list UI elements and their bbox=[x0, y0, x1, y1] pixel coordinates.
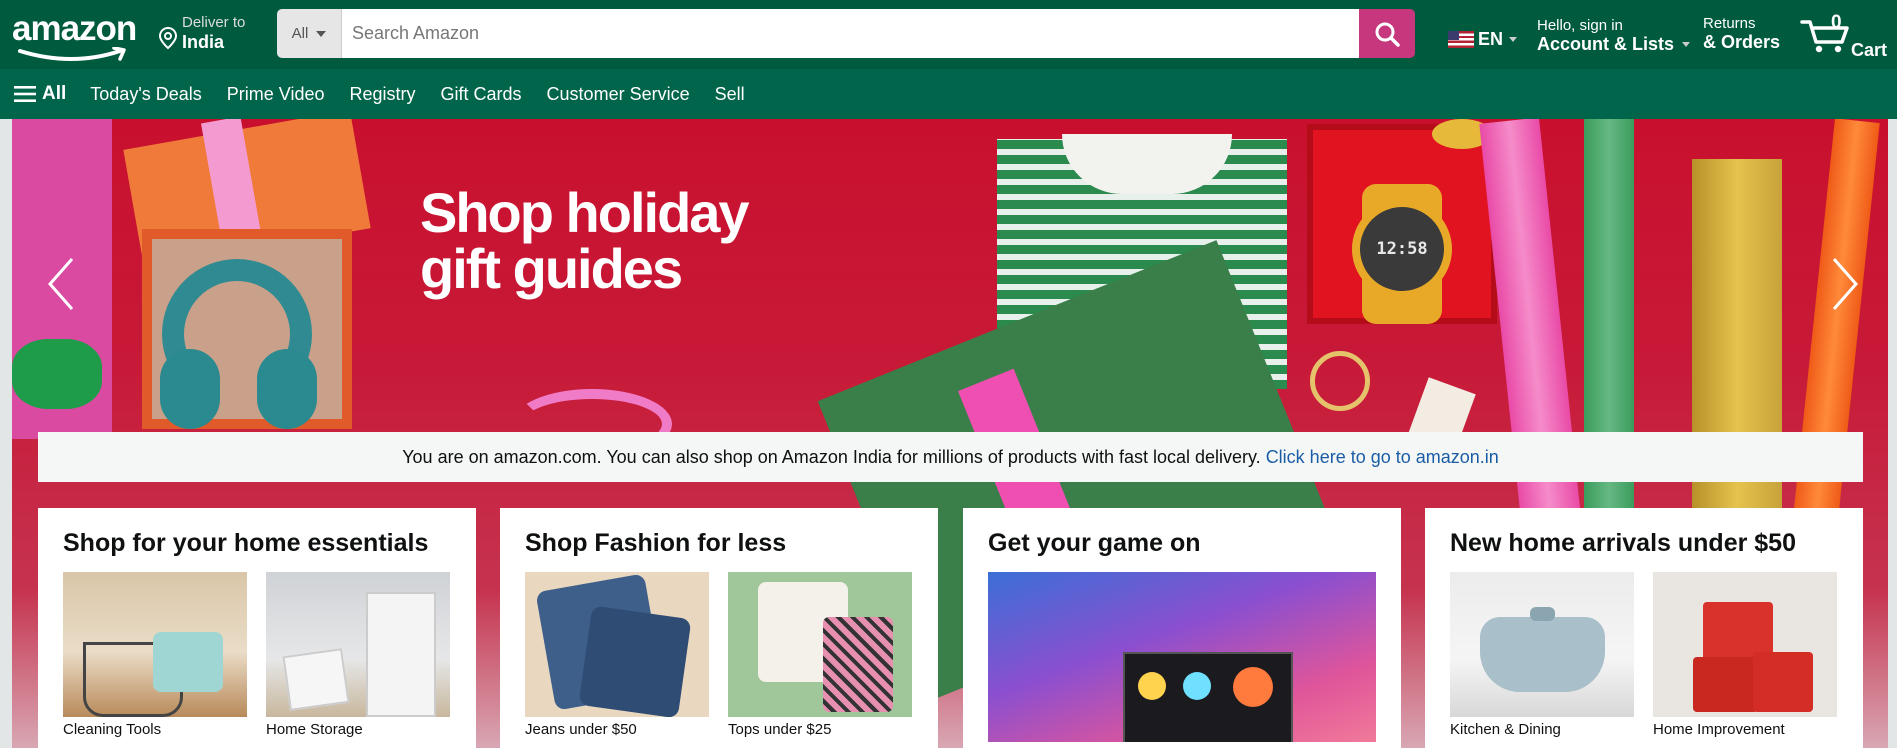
locale-notice-bar: You are on amazon.com. You can also shop… bbox=[38, 432, 1863, 482]
search-button[interactable] bbox=[1359, 9, 1415, 58]
go-to-amazon-in-link[interactable]: Click here to go to amazon.in bbox=[1266, 447, 1499, 468]
watch-face: 12:58 bbox=[1352, 199, 1452, 299]
headphone-cup-right bbox=[257, 349, 317, 429]
home-storage-image bbox=[266, 572, 450, 717]
green-ribbon bbox=[12, 339, 102, 409]
card-gaming: Get your game on bbox=[963, 508, 1401, 748]
caret-down-icon bbox=[1509, 37, 1518, 42]
card-title[interactable]: Shop Fashion for less bbox=[525, 528, 913, 558]
search-category-label: All bbox=[291, 25, 309, 42]
account-lists[interactable]: Hello, sign in Account & Lists bbox=[1537, 16, 1691, 54]
tile-home-storage[interactable]: Home Storage bbox=[266, 572, 450, 738]
card-title[interactable]: Get your game on bbox=[988, 528, 1376, 558]
watch-time: 12:58 bbox=[1376, 239, 1428, 259]
tile-cleaning-tools[interactable]: Cleaning Tools bbox=[63, 572, 247, 738]
cart-icon bbox=[1800, 20, 1849, 53]
top-header: amazon Deliver to India All EN bbox=[0, 0, 1897, 69]
language-selector[interactable]: EN bbox=[1448, 29, 1518, 50]
search-bar: All bbox=[277, 9, 1415, 58]
smile-arrow-icon bbox=[18, 47, 126, 61]
nav-strip: All Today's Deals Prime Video Registry G… bbox=[0, 69, 1897, 119]
returns-label: Returns bbox=[1703, 15, 1756, 32]
gaming-pc-image[interactable] bbox=[988, 572, 1376, 742]
language-label: EN bbox=[1478, 29, 1504, 49]
carousel-next-button[interactable] bbox=[1824, 254, 1864, 314]
location-pin-icon bbox=[158, 26, 178, 50]
account-label: Account & Lists bbox=[1537, 34, 1675, 54]
scissors-image bbox=[1310, 351, 1370, 411]
orders-label: & Orders bbox=[1703, 32, 1781, 52]
all-menu-button[interactable]: All bbox=[14, 83, 66, 105]
returns-orders[interactable]: Returns & Orders bbox=[1703, 14, 1780, 52]
kitchen-dining-image bbox=[1450, 572, 1634, 717]
us-flag-icon bbox=[1448, 31, 1474, 48]
tile-kitchen-dining[interactable]: Kitchen & Dining bbox=[1450, 572, 1634, 738]
tops-image bbox=[728, 572, 912, 717]
nav-link-sell[interactable]: Sell bbox=[715, 84, 745, 105]
card-home-essentials: Shop for your home essentials Cleaning T… bbox=[38, 508, 476, 748]
tile-home-improvement[interactable]: Home Improvement bbox=[1653, 572, 1837, 738]
all-menu-label: All bbox=[42, 83, 67, 104]
hamburger-icon bbox=[14, 86, 36, 102]
card-title[interactable]: New home arrivals under $50 bbox=[1450, 528, 1838, 558]
caret-down-icon bbox=[316, 30, 327, 37]
card-title[interactable]: Shop for your home essentials bbox=[63, 528, 451, 558]
caret-down-icon bbox=[1682, 42, 1691, 47]
tile-tops[interactable]: Tops under $25 bbox=[728, 572, 912, 738]
nav-link-gift-cards[interactable]: Gift Cards bbox=[441, 84, 522, 105]
cart-label: Cart bbox=[1851, 40, 1888, 60]
search-category-dropdown[interactable]: All bbox=[277, 9, 342, 58]
nav-link-todays-deals[interactable]: Today's Deals bbox=[90, 84, 202, 105]
card-home-arrivals: New home arrivals under $50 Kitchen & Di… bbox=[1425, 508, 1863, 748]
deliver-location: India bbox=[182, 32, 225, 52]
nav-link-customer-service[interactable]: Customer Service bbox=[547, 84, 690, 105]
carousel-prev-button[interactable] bbox=[42, 254, 82, 314]
cleaning-tools-image bbox=[63, 572, 247, 717]
headphone-cup-left bbox=[160, 349, 220, 429]
jeans-image bbox=[525, 572, 709, 717]
hero-title: Shop holiday gift guides bbox=[420, 181, 750, 300]
nav-link-prime-video[interactable]: Prime Video bbox=[227, 84, 325, 105]
deliver-to[interactable]: Deliver to India bbox=[158, 14, 245, 52]
deliver-label: Deliver to bbox=[182, 14, 246, 31]
account-greeting: Hello, sign in bbox=[1537, 17, 1623, 34]
card-fashion: Shop Fashion for less Jeans under $50 To… bbox=[500, 508, 938, 748]
locale-notice-text: You are on amazon.com. You can also shop… bbox=[402, 446, 1261, 467]
tile-jeans[interactable]: Jeans under $50 bbox=[525, 572, 709, 738]
nav-link-registry[interactable]: Registry bbox=[350, 84, 416, 105]
search-input[interactable] bbox=[342, 9, 1359, 58]
cart-button[interactable]: 0 Cart bbox=[1800, 10, 1892, 60]
home-improvement-image bbox=[1653, 572, 1837, 717]
amazon-logo[interactable]: amazon bbox=[12, 10, 137, 62]
search-icon bbox=[1375, 22, 1400, 47]
